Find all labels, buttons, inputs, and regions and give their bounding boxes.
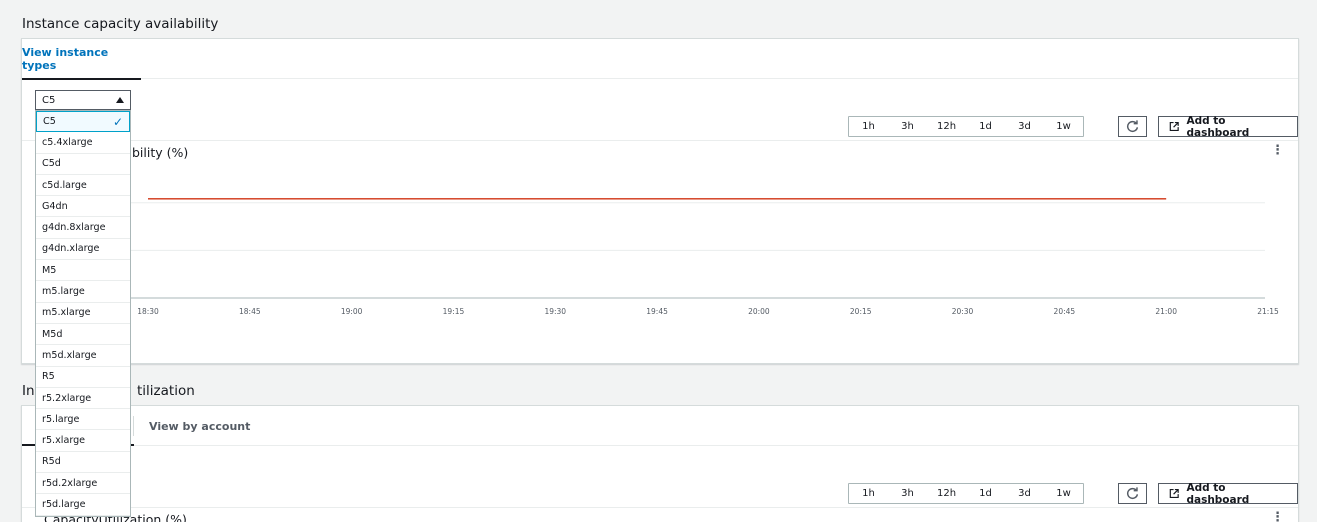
tab-separator	[133, 416, 134, 436]
dropdown-option-label: G4dn	[42, 200, 68, 212]
dropdown-option[interactable]: G4dn	[36, 196, 130, 218]
check-icon: ✓	[112, 114, 123, 129]
x-tick-label: 21:00	[1155, 307, 1177, 316]
x-tick-label: 19:00	[341, 307, 363, 316]
x-tick-label: 19:15	[443, 307, 465, 316]
dropdown-option[interactable]: g4dn.8xlarge	[36, 217, 130, 239]
dropdown-option-label: C5	[43, 116, 56, 128]
dropdown-option[interactable]: r5d.2xlarge	[36, 473, 130, 495]
refresh-button-2[interactable]	[1118, 483, 1147, 504]
dropdown-option[interactable]: r5.2xlarge	[36, 388, 130, 410]
range-1w[interactable]: 1w	[1044, 488, 1083, 499]
dropdown-option-label: c5d.large	[42, 179, 87, 191]
dropdown-option-label: g4dn.8xlarge	[42, 222, 106, 234]
dropdown-option[interactable]: m5.large	[36, 281, 130, 303]
dropdown-option[interactable]: M5d	[36, 324, 130, 346]
x-tick-label: 20:00	[748, 307, 770, 316]
dropdown-option-label: m5.xlarge	[42, 307, 91, 319]
dropdown-option-label: g4dn.xlarge	[42, 243, 100, 255]
add-to-dashboard-label: Add to dashboard	[1186, 481, 1250, 506]
tab-bar-2: View by account	[22, 406, 1298, 446]
instance-type-dropdown: C5 ✓ c5.4xlarge C5d c5d.large G4dn g4dn.8xlarg…	[35, 110, 131, 517]
dropdown-option-label: m5.large	[42, 286, 85, 298]
dropdown-option[interactable]: r5.large	[36, 409, 130, 431]
x-tick-label: 21:15	[1257, 307, 1279, 316]
dropdown-option[interactable]: M5	[36, 260, 130, 282]
range-3d[interactable]: 3d	[1005, 488, 1044, 499]
dropdown-option-label: r5d.2xlarge	[42, 477, 98, 489]
dropdown-option-label: r5.2xlarge	[42, 392, 92, 404]
dropdown-option[interactable]: g4dn.xlarge	[36, 239, 130, 261]
dropdown-option[interactable]: C5d	[36, 154, 130, 175]
dropdown-option[interactable]: r5d.large	[36, 494, 130, 516]
dropdown-option[interactable]: m5d.xlarge	[36, 345, 130, 367]
dropdown-option[interactable]: R5d	[36, 452, 130, 474]
dropdown-option[interactable]: m5.xlarge	[36, 303, 130, 324]
dropdown-option-label: M5	[42, 264, 57, 276]
range-1d[interactable]: 1d	[966, 488, 1005, 499]
external-link-icon	[1169, 488, 1179, 499]
instance-type-select[interactable]: C5	[35, 90, 131, 110]
caret-up-icon	[116, 97, 124, 103]
range-1h[interactable]: 1h	[849, 488, 888, 499]
more-vertical-icon[interactable]: ⋮	[1271, 510, 1284, 522]
dropdown-option[interactable]: r5.xlarge	[36, 430, 130, 452]
availability-chart: 18:30 18:45 19:00 19:15 19:30 19:45 20:00 20:15…	[122, 198, 1279, 316]
x-tick-label: 19:30	[544, 307, 566, 316]
refresh-icon	[1126, 487, 1139, 500]
dropdown-option[interactable]: R5	[36, 367, 130, 388]
time-range-group-2: 1h 3h 12h 1d 3d 1w	[848, 483, 1084, 504]
dropdown-option[interactable]: c5.4xlarge	[36, 132, 130, 154]
dropdown-option-label: M5d	[42, 328, 63, 340]
chart-grid	[122, 202, 1265, 299]
dropdown-option-label: r5.large	[42, 413, 80, 425]
range-12h[interactable]: 12h	[927, 488, 966, 499]
capacity-availability-panel: View instance types 1h 3h 12h 1d 3d 1w A…	[21, 38, 1299, 364]
tab-view-by-account[interactable]: View by account	[149, 406, 250, 446]
dropdown-option-label: C5d	[42, 158, 61, 170]
x-tick-label: 18:30	[137, 307, 159, 316]
dropdown-option-label: c5.4xlarge	[42, 136, 93, 148]
utilization-panel: View by account 1h 3h 12h 1d 3d 1w Add t…	[21, 405, 1299, 522]
x-tick-label: 20:15	[850, 307, 872, 316]
section-title-utilization: tilization	[137, 383, 195, 399]
x-tick-label: 18:45	[239, 307, 261, 316]
x-tick-label: 19:45	[646, 307, 668, 316]
dropdown-option-label: R5	[42, 371, 55, 383]
add-to-dashboard-button-2[interactable]: Add to dashboard	[1158, 481, 1298, 506]
dropdown-option-label: m5d.xlarge	[42, 349, 97, 361]
x-axis-ticks: 18:30 18:45 19:00 19:15 19:30 19:45 20:00 20:15…	[137, 307, 1279, 316]
dropdown-option[interactable]: c5d.large	[36, 175, 130, 197]
dropdown-option-label: r5d.large	[42, 498, 86, 510]
dropdown-option[interactable]: C5 ✓	[36, 111, 130, 133]
range-3h[interactable]: 3h	[888, 488, 927, 499]
select-value: C5	[42, 94, 56, 106]
x-tick-label: 20:45	[1054, 307, 1076, 316]
section-title-capacity-availability: Instance capacity availability	[22, 16, 219, 32]
dropdown-option-label: r5.xlarge	[42, 435, 86, 447]
x-tick-label: 20:30	[952, 307, 974, 316]
divider	[22, 507, 1298, 508]
dropdown-option-label: R5d	[42, 456, 61, 468]
